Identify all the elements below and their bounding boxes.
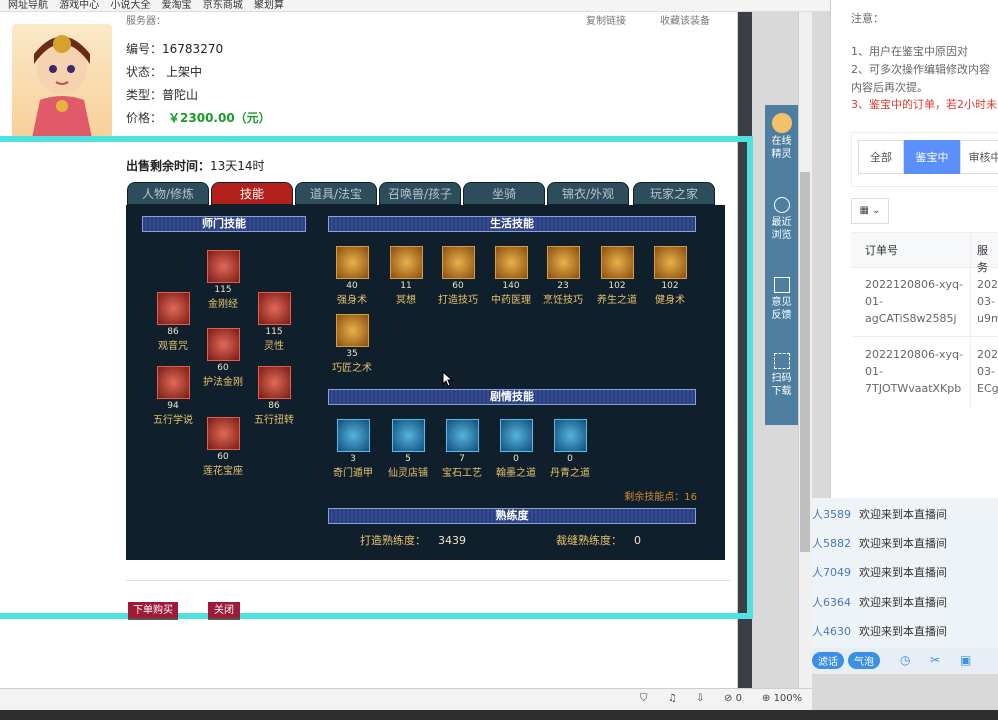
- speaker-icon[interactable]: ♫: [668, 693, 677, 704]
- share-link[interactable]: 复制链接: [586, 12, 626, 27]
- filter-chat-button[interactable]: 滤话: [812, 652, 844, 669]
- item-price: ￥2300.00（元）: [168, 111, 271, 125]
- item-price-row: 价格： ￥2300.00（元）: [126, 111, 271, 125]
- item-type: 普陀山: [162, 88, 199, 102]
- bookmark-item[interactable]: 爱淘宝: [162, 1, 192, 11]
- sidebar-item-online-helper[interactable]: 在线精灵: [765, 113, 798, 161]
- character-avatar: [12, 24, 112, 138]
- column-service: 服务: [977, 244, 988, 274]
- scan-icon: [773, 353, 790, 369]
- notice-line: 1、用户在鉴宝中原因对: [851, 45, 968, 58]
- chat-message: 人4630 欢迎来到本直播间: [812, 625, 947, 638]
- buy-button[interactable]: 下单购买: [128, 602, 178, 620]
- sidebar-item-recent[interactable]: 最近浏览: [765, 197, 798, 242]
- helper-avatar-icon: [771, 113, 792, 133]
- capture-frame: [0, 136, 753, 619]
- notice-line: 2、可多次操作编辑修改内容: [851, 63, 990, 76]
- notice-line: 内容后再次提。: [851, 81, 928, 94]
- bookmark-item[interactable]: 聚划算: [254, 1, 284, 11]
- filter-reviewing[interactable]: 审核中: [960, 140, 998, 174]
- shield-icon[interactable]: ⛉: [640, 693, 648, 704]
- filter-all[interactable]: 全部: [858, 140, 904, 174]
- bookmark-item[interactable]: 小说大全: [110, 1, 150, 11]
- order-service: 202203-u9m: [977, 278, 998, 325]
- item-status: 上架中: [166, 65, 203, 79]
- floating-sidebar: 在线精灵 最近浏览 意见反馈 扫码下载: [765, 105, 798, 425]
- scrollbar-thumb[interactable]: [800, 172, 810, 552]
- filter-appraising[interactable]: 鉴宝中: [904, 140, 960, 174]
- zoom-level[interactable]: ⊕ 100%: [762, 693, 802, 704]
- notice-title: 注意：: [851, 12, 884, 25]
- browser-status-bar: ⛉ ♫ ⇩ ⊘ 0 ⊕ 100%: [0, 688, 812, 710]
- item-status-row: 状态： 上架中: [126, 65, 203, 79]
- order-service: 202203-ECg: [977, 348, 998, 395]
- bookmark-item[interactable]: 网址导航: [8, 1, 48, 11]
- chat-message: 人5882 欢迎来到本直播间: [812, 537, 947, 550]
- taskbar: [0, 710, 998, 720]
- order-id: 2022120806-xyq- 01- agCATiS8w2585j: [865, 278, 963, 325]
- sidebar-item-feedback[interactable]: 意见反馈: [765, 277, 798, 322]
- chat-toolbar: 滤话 气泡 ◷ ✂ ▣: [812, 648, 998, 674]
- bookmark-item[interactable]: 游戏中心: [59, 1, 99, 11]
- server-label: 服务器：: [126, 16, 166, 27]
- chat-message: 人3589 欢迎来到本直播间: [812, 508, 947, 521]
- item-id: 16783270: [162, 42, 224, 56]
- scissors-icon[interactable]: ✂: [930, 653, 940, 667]
- clock-icon: [773, 197, 790, 213]
- close-button[interactable]: 关闭: [208, 602, 240, 620]
- image-icon[interactable]: ▣: [960, 653, 971, 667]
- download-icon[interactable]: ⇩: [696, 693, 704, 704]
- chat-message: 人6364 欢迎来到本直播间: [812, 596, 947, 609]
- chat-message: 人7049 欢迎来到本直播间: [812, 566, 947, 579]
- item-id-row: 编号：16783270: [126, 42, 224, 56]
- notice-line-warning: 3、鉴宝中的订单，若2小时未: [851, 98, 997, 111]
- bookmark-item[interactable]: 京东商城: [203, 1, 243, 11]
- grid-view-icon[interactable]: ▦ ⌄: [851, 198, 889, 224]
- sidebar-item-download[interactable]: 扫码下载: [765, 353, 798, 398]
- column-divider: [970, 232, 971, 408]
- column-order-id: 订单号: [865, 244, 898, 257]
- edit-icon: [773, 277, 790, 293]
- bubble-button[interactable]: 气泡: [848, 652, 880, 669]
- favorite-link[interactable]: 收藏该装备: [660, 12, 710, 27]
- live-chat: 人3589 欢迎来到本直播间 人5882 欢迎来到本直播间 人7049 欢迎来到本直播…: [812, 498, 998, 648]
- block-count[interactable]: ⊘ 0: [724, 693, 742, 704]
- clock-icon[interactable]: ◷: [900, 653, 910, 667]
- appraisal-panel: 注意： 1、用户在鉴宝中原因对 2、可多次操作编辑修改内容 内容后再次提。 3、…: [830, 0, 998, 498]
- order-id: 2022120806-xyq- 01- 7TJOTWvaatXKpb: [865, 348, 963, 395]
- row-divider: [851, 336, 998, 337]
- item-type-row: 类型：普陀山: [126, 88, 199, 102]
